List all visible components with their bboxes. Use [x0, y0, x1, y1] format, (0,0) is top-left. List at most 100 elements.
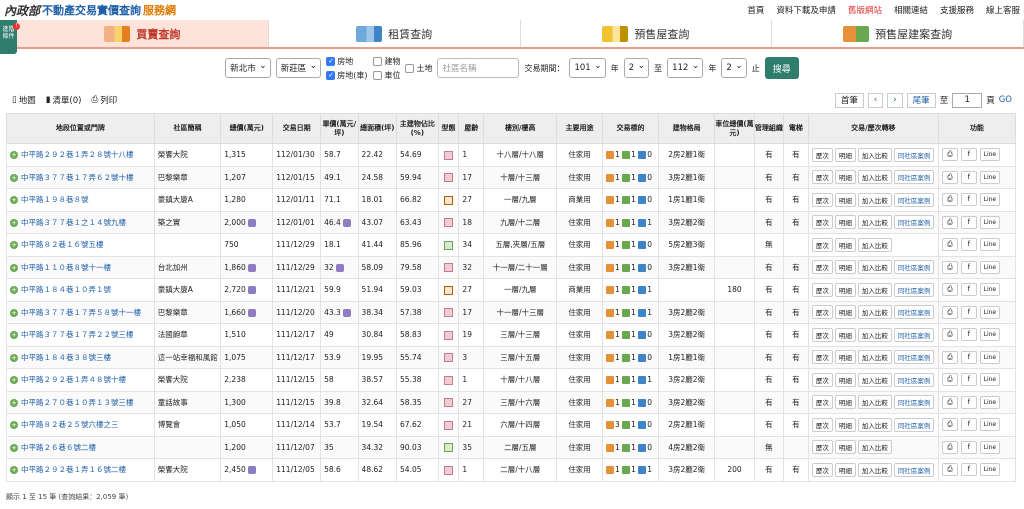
tab-presale-project[interactable]: 預售屋建案查詢: [772, 20, 1024, 47]
compare-button[interactable]: 加入比較: [857, 462, 892, 477]
column-header[interactable]: 樓別/樓高: [483, 113, 558, 144]
facebook-share-button[interactable]: f: [960, 350, 977, 364]
history-button[interactable]: 歷次: [811, 170, 833, 185]
print-button[interactable]: ⎙ 列印: [91, 94, 117, 106]
table-row[interactable]: + 中平路２６巷６號二樓 1,200 111/12/07 35 34.32 90.03 35 二…: [6, 435, 1017, 459]
facebook-share-button[interactable]: f: [960, 193, 977, 207]
facebook-share-button[interactable]: f: [960, 238, 977, 252]
same-community-button[interactable]: 同社區案例: [893, 395, 935, 410]
expand-icon[interactable]: +: [10, 241, 18, 250]
nav-service[interactable]: 線上客服: [986, 4, 1020, 16]
facebook-share-button[interactable]: f: [960, 148, 977, 162]
to-year-select[interactable]: 112: [667, 58, 704, 78]
compare-button[interactable]: 加入比較: [857, 350, 892, 365]
expand-icon[interactable]: +: [10, 331, 18, 340]
column-header[interactable]: 車位總價(萬元): [714, 113, 755, 144]
expand-icon[interactable]: +: [10, 173, 18, 182]
detail-button[interactable]: 明細: [834, 440, 856, 455]
line-share-button[interactable]: Line: [979, 148, 1000, 162]
line-share-button[interactable]: Line: [979, 170, 1000, 184]
nav-support[interactable]: 支援服務: [940, 4, 974, 16]
compare-button[interactable]: 加入比較: [857, 440, 892, 455]
table-row[interactable]: + 中平路３７７巷１７弄５８號十一樓 巴黎樂章 1,660 111/12/20 43.3 3…: [6, 300, 1017, 324]
from-month-select[interactable]: 2: [623, 58, 650, 78]
facebook-share-button[interactable]: f: [960, 418, 977, 432]
same-community-button[interactable]: 同社區案例: [893, 350, 935, 365]
history-button[interactable]: 歷次: [811, 260, 833, 275]
expand-icon[interactable]: +: [10, 263, 18, 272]
column-header[interactable]: 交易標的: [601, 113, 660, 144]
facebook-share-button[interactable]: f: [960, 440, 977, 454]
same-community-button[interactable]: 同社區案例: [893, 260, 935, 275]
city-select[interactable]: 新北市: [225, 58, 271, 78]
address-cell[interactable]: + 中平路２９２巷１弄１６號二樓: [6, 458, 155, 482]
print-row-button[interactable]: ⎙: [941, 328, 958, 342]
compare-button[interactable]: 加入比較: [857, 147, 892, 162]
compare-button[interactable]: 加入比較: [857, 237, 892, 252]
detail-button[interactable]: 明細: [834, 417, 856, 432]
print-row-button[interactable]: ⎙: [941, 440, 958, 454]
facebook-share-button[interactable]: f: [960, 283, 977, 297]
print-row-button[interactable]: ⎙: [941, 418, 958, 432]
detail-button[interactable]: 明細: [834, 192, 856, 207]
history-button[interactable]: 歷次: [811, 305, 833, 320]
line-share-button[interactable]: Line: [979, 193, 1000, 207]
facebook-share-button[interactable]: f: [960, 373, 977, 387]
prev-page-button[interactable]: ‹: [867, 92, 884, 108]
line-share-button[interactable]: Line: [979, 283, 1000, 297]
print-row-button[interactable]: ⎙: [941, 305, 958, 319]
history-button[interactable]: 歷次: [811, 215, 833, 230]
compare-button[interactable]: 加入比較: [857, 417, 892, 432]
search-button[interactable]: 搜尋: [764, 57, 799, 79]
facebook-share-button[interactable]: f: [960, 395, 977, 409]
table-row[interactable]: + 中平路２９２巷１弄１６號二樓 榮饗大院 2,450 111/12/05 58.6 48.…: [6, 458, 1017, 482]
compare-button[interactable]: 加入比較: [857, 327, 892, 342]
map-button[interactable]: ▯ 地圖: [12, 94, 36, 106]
detail-button[interactable]: 明細: [834, 305, 856, 320]
same-community-button[interactable]: 同社區案例: [893, 192, 935, 207]
check-parking[interactable]: 車位: [373, 70, 400, 81]
detail-button[interactable]: 明細: [834, 215, 856, 230]
address-cell[interactable]: + 中平路１９８巷８號: [6, 188, 155, 212]
history-button[interactable]: 歷次: [811, 462, 833, 477]
column-header[interactable]: 交易日期: [272, 113, 322, 144]
address-cell[interactable]: + 中平路３７７巷１７弄５８號十一樓: [6, 300, 155, 324]
table-row[interactable]: + 中平路１８４巷１０弄１號 豪鎮大廈A 2,720 111/12/21 59.9 51.9…: [6, 278, 1017, 302]
history-button[interactable]: 歷次: [811, 147, 833, 162]
expand-icon[interactable]: +: [10, 421, 18, 430]
history-button[interactable]: 歷次: [811, 372, 833, 387]
compare-button[interactable]: 加入比較: [857, 260, 892, 275]
print-row-button[interactable]: ⎙: [941, 215, 958, 229]
expand-icon[interactable]: +: [10, 376, 18, 385]
detail-button[interactable]: 明細: [834, 237, 856, 252]
compare-button[interactable]: 加入比較: [857, 372, 892, 387]
expand-icon[interactable]: +: [10, 308, 18, 317]
tab-rent[interactable]: 租賃查詢: [269, 20, 521, 47]
table-row[interactable]: + 中平路３７７巷１７弄２２號三樓 法國飽章 1,510 111/12/17 49 30.8…: [6, 323, 1017, 347]
expand-icon[interactable]: +: [10, 151, 18, 160]
expand-icon[interactable]: +: [10, 196, 18, 205]
line-share-button[interactable]: Line: [979, 350, 1000, 364]
print-row-button[interactable]: ⎙: [941, 463, 958, 477]
nav-old-site[interactable]: 舊版網站: [848, 4, 882, 16]
same-community-button[interactable]: 同社區案例: [893, 147, 935, 162]
to-month-select[interactable]: 2: [721, 58, 747, 78]
table-row[interactable]: + 中平路２９２巷１弄２８號十八樓 榮饗大院 1,315 112/01/30 58.7 22…: [6, 143, 1017, 167]
compare-button[interactable]: 加入比較: [857, 305, 892, 320]
check-house-land-car[interactable]: 房地(車): [326, 70, 367, 81]
expand-icon[interactable]: +: [10, 353, 18, 362]
print-row-button[interactable]: ⎙: [941, 373, 958, 387]
address-cell[interactable]: + 中平路８２巷１６號五樓: [6, 233, 155, 257]
go-button[interactable]: GO: [999, 95, 1012, 105]
column-header[interactable]: 單價(萬元/坪): [320, 113, 359, 144]
print-row-button[interactable]: ⎙: [941, 170, 958, 184]
same-community-button[interactable]: 同社區案例: [893, 327, 935, 342]
address-cell[interactable]: + 中平路３７７巷１７弄６２號十樓: [6, 165, 155, 189]
column-header[interactable]: 型態: [437, 113, 460, 144]
print-row-button[interactable]: ⎙: [941, 148, 958, 162]
table-row[interactable]: + 中平路８２巷１６號五樓 750 111/12/29 18.1 41.44 85.96 34…: [6, 233, 1017, 257]
same-community-button[interactable]: 同社區案例: [893, 282, 935, 297]
expand-icon[interactable]: +: [10, 398, 18, 407]
column-header[interactable]: 建物格局: [658, 113, 716, 144]
history-button[interactable]: 歷次: [811, 192, 833, 207]
